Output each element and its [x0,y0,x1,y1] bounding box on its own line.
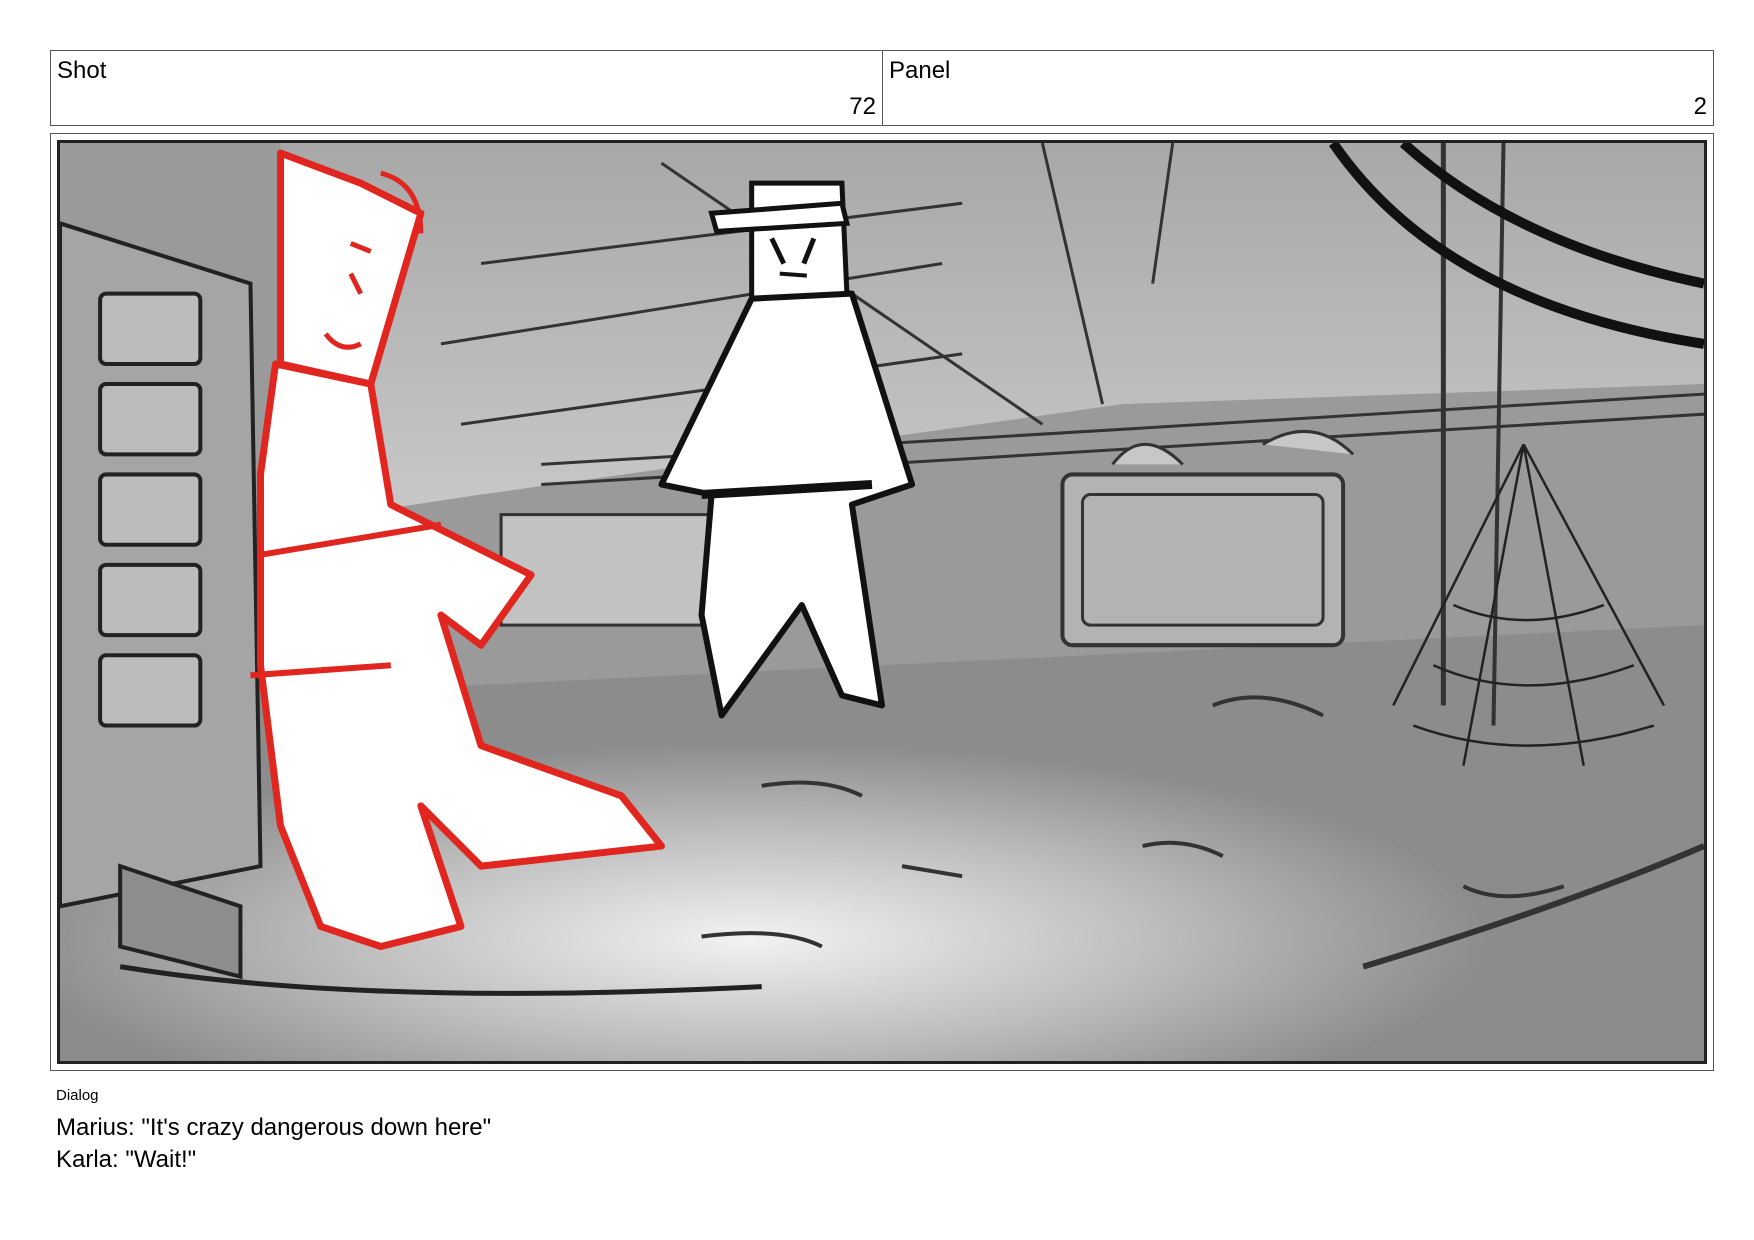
panel-cell: Panel 2 [882,51,1713,125]
dialog-label: Dialog [56,1087,99,1104]
shot-cell: Shot 72 [51,51,882,125]
shot-label: Shot [57,57,107,84]
dialog-line-marius: Marius: "It's crazy dangerous down here" [56,1114,492,1141]
storyboard-image [57,140,1707,1064]
shot-panel-header: Shot 72 Panel 2 [50,50,1714,126]
dialog-line-karla: Karla: "Wait!" [56,1146,197,1173]
storyboard-sketch [60,143,1704,1061]
panel-number: 2 [1693,93,1707,120]
shot-number: 72 [849,93,876,120]
panel-label: Panel [889,57,951,84]
dialog-text: Marius: "It's crazy dangerous down here"… [56,1112,491,1176]
storyboard-frame [50,133,1714,1071]
